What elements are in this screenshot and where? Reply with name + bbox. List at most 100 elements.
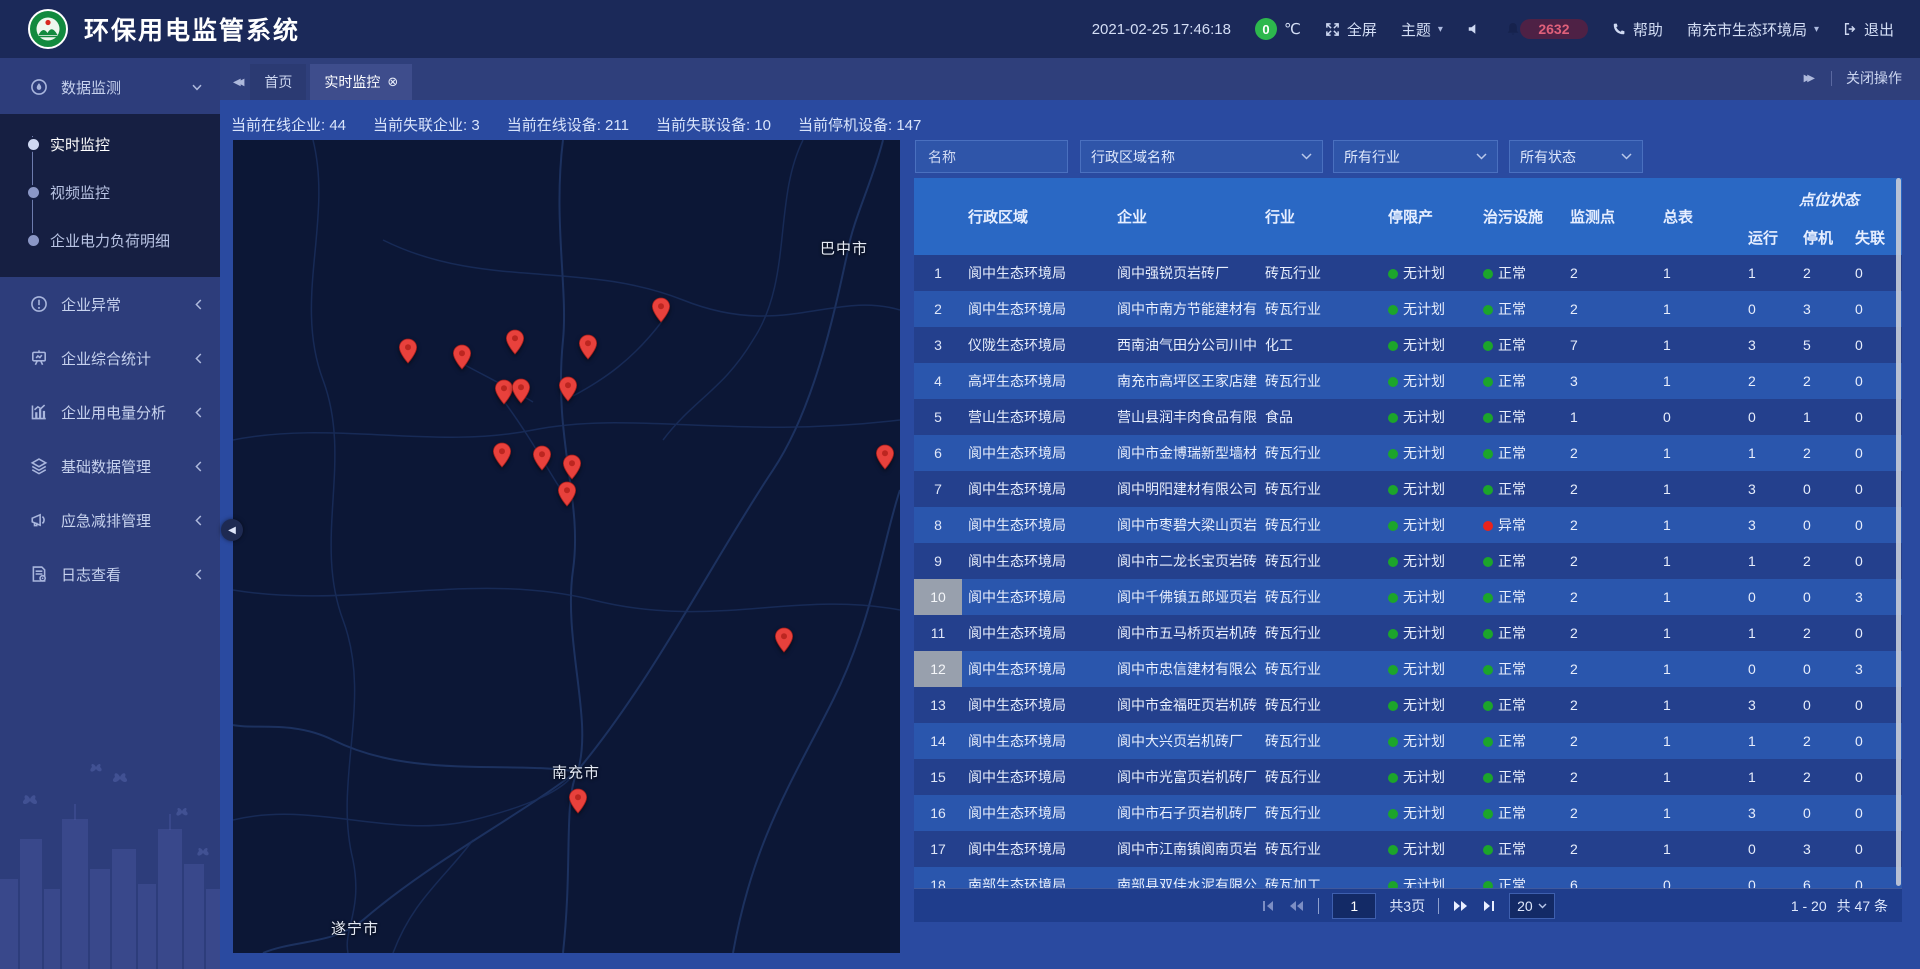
- sidebar-collapse-button[interactable]: ◀: [221, 519, 243, 541]
- table-row[interactable]: 8阆中生态环境局阆中市枣碧大梁山页岩砖瓦行业无计划异常21300: [914, 507, 1902, 543]
- sidebar-item-1[interactable]: 实时监控: [0, 128, 220, 160]
- cell-region: 阆中生态环境局: [962, 687, 1111, 723]
- status-dot-icon: [1388, 269, 1398, 279]
- table-row[interactable]: 17阆中生态环境局阆中市江南镇阆南页岩砖瓦行业无计划正常21030: [914, 831, 1902, 867]
- region-filter-select[interactable]: 行政区域名称: [1080, 140, 1323, 173]
- cell-points: 2: [1564, 291, 1657, 327]
- cell-offline: 0: [1849, 255, 1902, 291]
- page-size-select[interactable]: 20: [1509, 893, 1555, 919]
- table-row[interactable]: 1阆中生态环境局阆中强锐页岩砖厂砖瓦行业无计划正常21120: [914, 255, 1902, 291]
- fullscreen-button[interactable]: 全屏: [1325, 19, 1377, 40]
- status-filter-select[interactable]: 所有状态: [1509, 140, 1643, 173]
- layers-icon: [30, 457, 48, 475]
- map-marker-icon[interactable]: [505, 329, 525, 355]
- table-row[interactable]: 2阆中生态环境局阆中市南方节能建材有砖瓦行业无计划正常21030: [914, 291, 1902, 327]
- vertical-scrollbar[interactable]: [1896, 178, 1901, 886]
- table-row[interactable]: 16阆中生态环境局阆中市石子页岩机砖厂砖瓦行业无计划正常21300: [914, 795, 1902, 831]
- tab-1[interactable]: 首页: [250, 64, 306, 100]
- sidebar-group-7[interactable]: 日志查看: [0, 547, 220, 601]
- table-row[interactable]: 9阆中生态环境局阆中市二龙长宝页岩砖砖瓦行业无计划正常21120: [914, 543, 1902, 579]
- logout-button[interactable]: 退出: [1843, 19, 1894, 40]
- cell-facility: 正常: [1477, 363, 1564, 399]
- sidebar-item-3[interactable]: 企业电力负荷明细: [0, 224, 220, 256]
- sidebar-group-6[interactable]: 应急减排管理: [0, 493, 220, 547]
- first-page-button[interactable]: [1261, 900, 1275, 912]
- cell-points: 2: [1564, 435, 1657, 471]
- cell-no: 2: [914, 291, 962, 327]
- theme-menu[interactable]: 主题 ▾: [1401, 19, 1443, 40]
- map-marker-icon[interactable]: [532, 445, 552, 471]
- sidebar-group-3[interactable]: 企业综合统计: [0, 331, 220, 385]
- map-marker-icon[interactable]: [511, 378, 531, 404]
- tab-2[interactable]: 实时监控 ⊗: [310, 64, 412, 100]
- cell-meters: 1: [1657, 507, 1742, 543]
- user-menu[interactable]: 南充市生态环境局 ▾: [1687, 19, 1819, 40]
- tabs-scroll-left-icon[interactable]: ◀◀: [220, 77, 250, 100]
- sidebar-item-2[interactable]: 视频监控: [0, 176, 220, 208]
- phone-icon: [1612, 22, 1626, 36]
- sidebar-group-4[interactable]: 企业用电量分析: [0, 385, 220, 439]
- cell-facility: 正常: [1477, 759, 1564, 795]
- sidebar-group-5[interactable]: 基础数据管理: [0, 439, 220, 493]
- table-row[interactable]: 10阆中生态环境局阆中千佛镇五郎垭页岩砖瓦行业无计划正常21003: [914, 579, 1902, 615]
- cell-offline: 3: [1849, 651, 1902, 687]
- table-row[interactable]: 13阆中生态环境局阆中市金福旺页岩机砖砖瓦行业无计划正常21300: [914, 687, 1902, 723]
- sidebar-group-label: 基础数据管理: [61, 456, 151, 477]
- next-page-button[interactable]: [1452, 900, 1469, 912]
- table-row[interactable]: 5营山生态环境局营山县润丰肉食品有限食品无计划正常10010: [914, 399, 1902, 435]
- close-icon[interactable]: ⊗: [387, 74, 398, 90]
- industry-filter-select[interactable]: 所有行业: [1333, 140, 1498, 173]
- sidebar-group-2[interactable]: 企业异常: [0, 277, 220, 331]
- cell-meters: 1: [1657, 471, 1742, 507]
- sidebar-group-label: 日志查看: [61, 564, 121, 585]
- cell-run: 1: [1742, 255, 1797, 291]
- cell-stop: 无计划: [1382, 651, 1477, 687]
- map-marker-icon[interactable]: [578, 334, 598, 360]
- previous-page-button[interactable]: [1288, 900, 1305, 912]
- chevron-left-icon: [195, 407, 202, 418]
- page-number-input[interactable]: [1332, 893, 1376, 919]
- table-row[interactable]: 14阆中生态环境局阆中大兴页岩机砖厂砖瓦行业无计划正常21120: [914, 723, 1902, 759]
- table-row[interactable]: 11阆中生态环境局阆中市五马桥页岩机砖砖瓦行业无计划正常21120: [914, 615, 1902, 651]
- help-button[interactable]: 帮助: [1612, 19, 1663, 40]
- map-marker-icon[interactable]: [562, 454, 582, 480]
- sound-button[interactable]: [1467, 22, 1481, 36]
- map-marker-icon[interactable]: [398, 338, 418, 364]
- chevron-left-icon: [195, 461, 202, 472]
- cell-meters: 1: [1657, 651, 1742, 687]
- notifications[interactable]: 2632: [1505, 19, 1588, 39]
- table-row[interactable]: 6阆中生态环境局阆中市金博瑞新型墙材砖瓦行业无计划正常21120: [914, 435, 1902, 471]
- tab-label: 实时监控: [324, 72, 380, 92]
- cell-industry: 砖瓦行业: [1259, 471, 1382, 507]
- cell-meters: 1: [1657, 579, 1742, 615]
- table-row[interactable]: 4高坪生态环境局南充市高坪区王家店建砖瓦行业无计划正常31220: [914, 363, 1902, 399]
- tabs-scroll-right-icon[interactable]: ▶▶: [1804, 73, 1817, 84]
- map-panel[interactable]: 巴中市南充市遂宁市: [233, 140, 900, 953]
- map-marker-icon[interactable]: [558, 376, 578, 402]
- cell-points: 2: [1564, 543, 1657, 579]
- bell-icon: [1505, 21, 1521, 37]
- name-filter-input[interactable]: [926, 148, 1057, 166]
- map-marker-icon[interactable]: [875, 444, 895, 470]
- stat-item-4: 当前失联设备: 10: [656, 114, 771, 135]
- table-row[interactable]: 3仪陇生态环境局西南油气田分公司川中化工无计划正常71350: [914, 327, 1902, 363]
- close-operations-button[interactable]: 关闭操作: [1846, 68, 1902, 88]
- table-row[interactable]: 7阆中生态环境局阆中明阳建材有限公司砖瓦行业无计划正常21300: [914, 471, 1902, 507]
- pagination-bar: 共3页 20 1 - 20 共 47 条: [914, 888, 1902, 922]
- cell-no: 12: [914, 651, 962, 687]
- name-filter[interactable]: [915, 140, 1068, 173]
- map-marker-icon[interactable]: [568, 788, 588, 814]
- map-marker-icon[interactable]: [492, 442, 512, 468]
- chevron-down-icon: [1621, 153, 1632, 160]
- sidebar-group-label: 数据监测: [61, 77, 121, 98]
- map-marker-icon[interactable]: [557, 481, 577, 507]
- map-marker-icon[interactable]: [651, 297, 671, 323]
- table-row[interactable]: 12阆中生态环境局阆中市忠信建材有限公砖瓦行业无计划正常21003: [914, 651, 1902, 687]
- cell-stop: 无计划: [1382, 471, 1477, 507]
- last-page-button[interactable]: [1482, 900, 1496, 912]
- map-marker-icon[interactable]: [774, 627, 794, 653]
- cell-company: 阆中市二龙长宝页岩砖: [1111, 543, 1259, 579]
- sidebar-group-1[interactable]: 数据监测: [0, 60, 220, 114]
- table-row[interactable]: 15阆中生态环境局阆中市光富页岩机砖厂砖瓦行业无计划正常21120: [914, 759, 1902, 795]
- map-marker-icon[interactable]: [452, 344, 472, 370]
